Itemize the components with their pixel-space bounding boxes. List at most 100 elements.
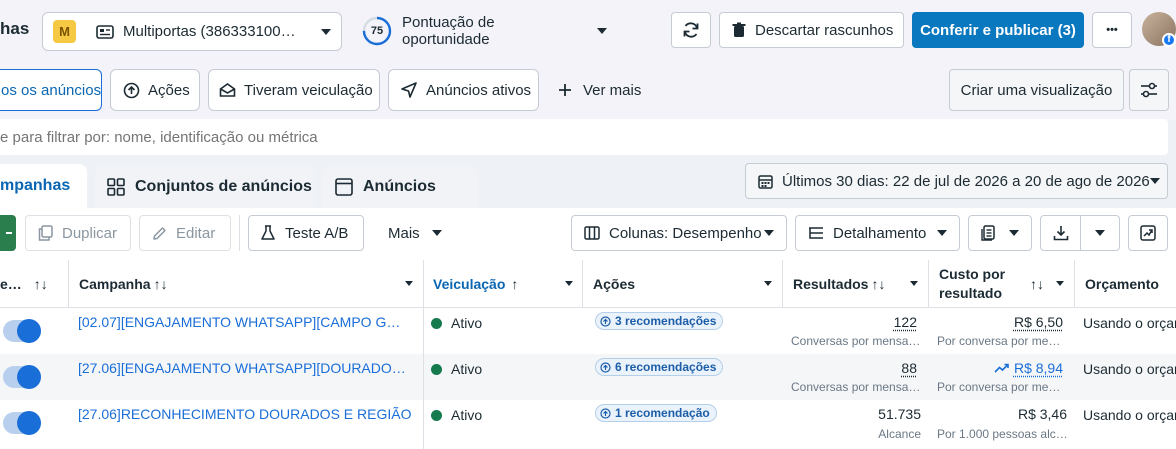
- ad-account-icon: [96, 24, 114, 39]
- chevron-down-icon: [431, 230, 442, 236]
- opportunity-score[interactable]: 75 Pontuação de oportunidade: [362, 14, 607, 48]
- envelope-icon: [219, 82, 236, 98]
- arrow-up-circle-icon: [600, 315, 611, 327]
- see-more-button[interactable]: Ver mais: [558, 79, 641, 101]
- table-row[interactable]: [27.06][ENGAJAMENTO WHATSAPP][DOURADO… A…: [0, 354, 1176, 400]
- filter-actions-label: Ações: [148, 81, 190, 99]
- search-bar: [0, 119, 1168, 155]
- arrow-up-circle-icon: [123, 82, 140, 99]
- campaign-toggle[interactable]: [3, 319, 41, 343]
- account-name: Multiportas (386333100…: [123, 23, 296, 40]
- grid-icon: [107, 178, 125, 196]
- table-row[interactable]: [02.07][ENGAJAMENTO WHATSAPP][CAMPO G… A…: [0, 308, 1176, 354]
- campaign-toggle[interactable]: [3, 365, 41, 389]
- filter-delivered[interactable]: Tiveram veiculação: [208, 69, 380, 111]
- plus-icon: [6, 232, 12, 234]
- breakdown-selector[interactable]: Detalhamento: [795, 215, 960, 251]
- review-publish-label: Conferir e publicar (3): [920, 21, 1076, 39]
- score-value: 75: [370, 25, 384, 37]
- cost-per-result-cell: R$ 8,94: [994, 360, 1063, 376]
- cost-per-result-value[interactable]: R$ 3,46: [1018, 406, 1067, 422]
- cost-per-result-value[interactable]: R$ 8,94: [1014, 360, 1063, 376]
- campaign-toggle[interactable]: [3, 411, 41, 435]
- search-input[interactable]: [0, 119, 1160, 155]
- date-range-label: Últimos 30 dias: 22 de jul de 2026 a 20 …: [782, 172, 1150, 190]
- page-title: has: [0, 19, 30, 38]
- cost-per-result-type: Por conversa por me…: [937, 380, 1061, 394]
- results-column-label: Resultados: [793, 275, 869, 292]
- sort-icon: ↑↓: [33, 275, 48, 292]
- delivery-status-label: Ativo: [451, 361, 483, 377]
- active-status-dot: [431, 409, 442, 421]
- refresh-button[interactable]: [671, 12, 711, 48]
- results-type: Conversas por mensa…: [791, 334, 921, 348]
- create-button[interactable]: [0, 215, 16, 251]
- tab-ads[interactable]: Anúncios: [323, 165, 477, 209]
- reports-icon: [981, 225, 997, 241]
- chevron-down-icon: [1056, 281, 1064, 286]
- tab-ad-sets[interactable]: Conjuntos de anúncios: [95, 165, 316, 209]
- column-header-actions[interactable]: Ações: [583, 260, 783, 308]
- export-button[interactable]: [1040, 215, 1120, 251]
- score-label: Pontuação de oportunidade: [402, 14, 495, 48]
- delivery-status: Ativo: [431, 361, 482, 377]
- column-header-cost-per-result[interactable]: Custo por resultado ↑↓: [929, 260, 1075, 308]
- active-status-dot: [431, 317, 442, 329]
- open-chart-button[interactable]: [1128, 215, 1168, 251]
- more-icon: •••: [1106, 24, 1118, 36]
- column-header-budget[interactable]: Orçamento: [1075, 260, 1176, 308]
- more-options-button[interactable]: •••: [1092, 12, 1132, 48]
- tab-campaigns-label: mpanhas: [0, 177, 71, 194]
- discard-drafts-button[interactable]: Descartar rascunhos: [719, 12, 904, 48]
- date-range-picker[interactable]: Últimos 30 dias: 22 de jul de 2026 a 20 …: [745, 163, 1168, 199]
- results-value[interactable]: 51.735: [878, 406, 921, 422]
- tab-campaigns[interactable]: mpanhas: [0, 164, 87, 208]
- campaign-name-link[interactable]: [27.06][ENGAJAMENTO WHATSAPP][DOURADO…: [78, 360, 406, 376]
- recommendations-badge[interactable]: 1 recomendação: [595, 404, 717, 422]
- column-header-delivery[interactable]: Veiculação ↑: [424, 260, 583, 308]
- filter-settings-button[interactable]: [1129, 69, 1169, 111]
- edit-button[interactable]: Editar: [139, 215, 231, 251]
- columns-selector[interactable]: Colunas: Desempenho: [571, 215, 787, 251]
- column-header-results[interactable]: Resultados ↑↓: [783, 260, 929, 308]
- sort-icon: ↑↓: [871, 275, 886, 292]
- recommendations-badge[interactable]: 6 recomendações: [595, 358, 724, 376]
- create-view-button[interactable]: Criar uma visualização: [949, 69, 1124, 111]
- campaign-name-link[interactable]: [02.07][ENGAJAMENTO WHATSAPP][CAMPO G…: [78, 314, 400, 330]
- account-selector[interactable]: M Multiportas (386333100…: [42, 12, 342, 51]
- column-header-toggle[interactable]: e… ↑↓: [0, 260, 69, 308]
- table-row[interactable]: [27.06]RECONHECIMENTO DOURADOS E REGIÃO …: [0, 400, 1176, 449]
- campaign-column-label: Campanha: [79, 275, 151, 292]
- discard-drafts-label: Descartar rascunhos: [755, 21, 894, 39]
- delivery-column-label: Veiculação: [433, 275, 506, 292]
- filter-active-ads-label: Anúncios ativos: [426, 81, 532, 99]
- toggle-column-label: e…: [0, 275, 22, 292]
- campaign-name-link[interactable]: [27.06]RECONHECIMENTO DOURADOS E REGIÃO: [78, 406, 411, 422]
- chevron-down-icon: [565, 281, 573, 286]
- refresh-icon: [682, 21, 700, 39]
- budget-column-label: Orçamento: [1085, 275, 1159, 292]
- sort-icon: ↑↓: [1030, 275, 1044, 292]
- ab-test-button[interactable]: Teste A/B: [248, 215, 364, 251]
- chart-expand-icon: [1140, 225, 1156, 241]
- facebook-icon: f: [1162, 33, 1176, 47]
- results-type: Conversas por mensa…: [791, 380, 921, 394]
- delivery-status: Ativo: [431, 315, 482, 331]
- filter-all-ads[interactable]: os os anúncios: [0, 69, 102, 111]
- cost-per-result-value[interactable]: R$ 6,50: [1014, 314, 1063, 330]
- filter-active-ads[interactable]: Anúncios ativos: [388, 69, 539, 111]
- results-value[interactable]: 88: [901, 360, 917, 376]
- reports-button[interactable]: [968, 215, 1032, 251]
- score-ring-icon: 75: [362, 16, 392, 46]
- results-value[interactable]: 122: [894, 314, 917, 330]
- recommendations-badge[interactable]: 3 recomendações: [595, 312, 724, 330]
- delivery-status-label: Ativo: [451, 315, 483, 331]
- filter-actions[interactable]: Ações: [110, 69, 200, 111]
- column-header-campaign[interactable]: Campanha ↑↓: [69, 260, 424, 308]
- review-publish-button[interactable]: Conferir e publicar (3): [912, 12, 1084, 48]
- sort-icon: ↑↓: [153, 275, 168, 292]
- duplicate-button[interactable]: Duplicar: [25, 215, 131, 251]
- more-actions-button[interactable]: Mais: [388, 223, 442, 243]
- send-icon: [401, 82, 417, 98]
- flask-icon: [261, 225, 275, 241]
